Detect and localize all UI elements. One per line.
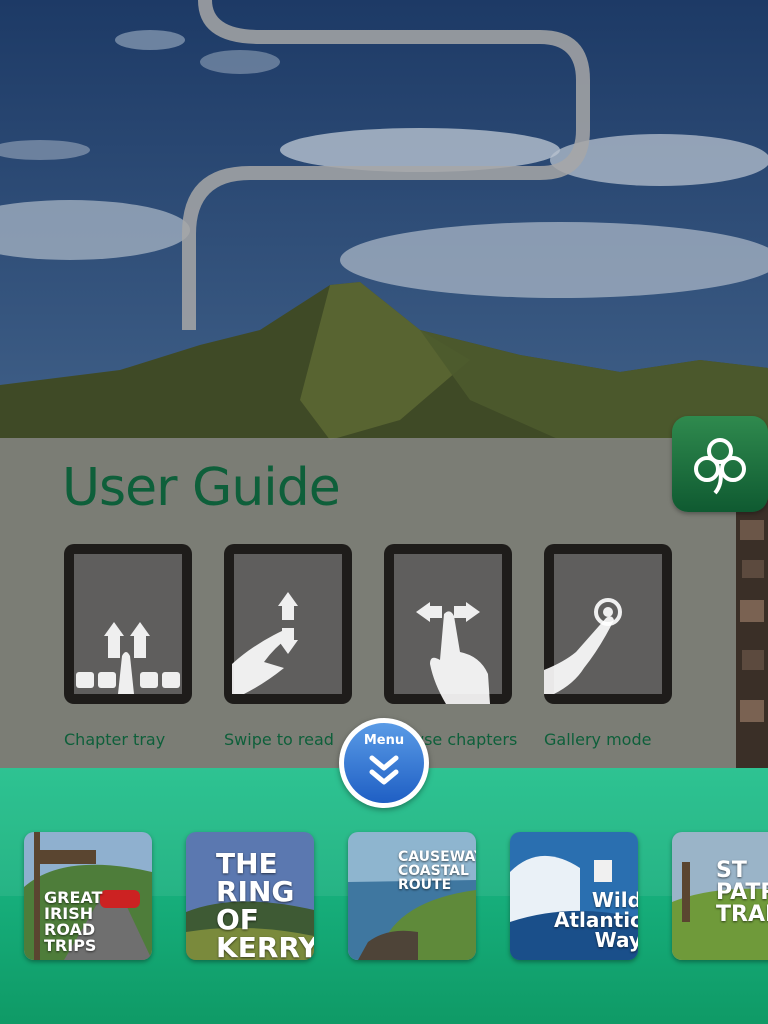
gallery-gesture-icon xyxy=(544,598,622,694)
browse-gesture-icon xyxy=(416,602,490,704)
menu-label: Menu xyxy=(363,733,405,748)
chapter-thumb-ring-of-kerry[interactable]: THE RING OF KERRY xyxy=(186,832,314,960)
thumb-title: GREAT IRISH ROAD TRIPS xyxy=(44,888,103,955)
chapter-tray-tile[interactable] xyxy=(64,544,192,704)
swipe-gesture-icon xyxy=(232,592,298,694)
chapter-thumb-great-irish-road-trips[interactable]: GREAT IRISH ROAD TRIPS xyxy=(24,832,152,960)
gesture-label-chapter-tray: Chapter tray xyxy=(64,730,166,749)
thumb-title: Wild Atlantic Way xyxy=(554,888,638,952)
swipe-to-read-tile[interactable] xyxy=(224,544,352,704)
page-title: User Guide xyxy=(62,458,341,518)
chapter-tray-gesture-icon xyxy=(76,622,180,694)
gesture-label-gallery-mode: Gallery mode xyxy=(544,730,652,749)
thumb-title: CAUSEWAY COASTAL ROUTE xyxy=(398,849,476,893)
gesture-label-swipe-to-read: Swipe to read xyxy=(224,730,334,749)
thumb-title: THE RING OF KERRY xyxy=(216,847,314,961)
chapter-thumb-wild-atlantic-way[interactable]: Wild Atlantic Way xyxy=(510,832,638,960)
gallery-mode-tile[interactable] xyxy=(544,544,672,704)
double-chevron-down-icon xyxy=(369,755,399,785)
shamrock-badge[interactable] xyxy=(672,416,768,512)
shamrock-icon xyxy=(694,438,746,495)
chapter-thumb-causeway-coastal-route[interactable]: CAUSEWAY COASTAL ROUTE xyxy=(348,832,476,960)
menu-button[interactable]: Menu xyxy=(339,718,429,808)
browse-chapters-tile[interactable] xyxy=(384,544,512,704)
thumb-title: ST PATRICK'S TRAIL xyxy=(716,858,768,927)
chapter-thumb-st-patricks-trail[interactable]: ST PATRICK'S TRAIL xyxy=(672,832,768,960)
